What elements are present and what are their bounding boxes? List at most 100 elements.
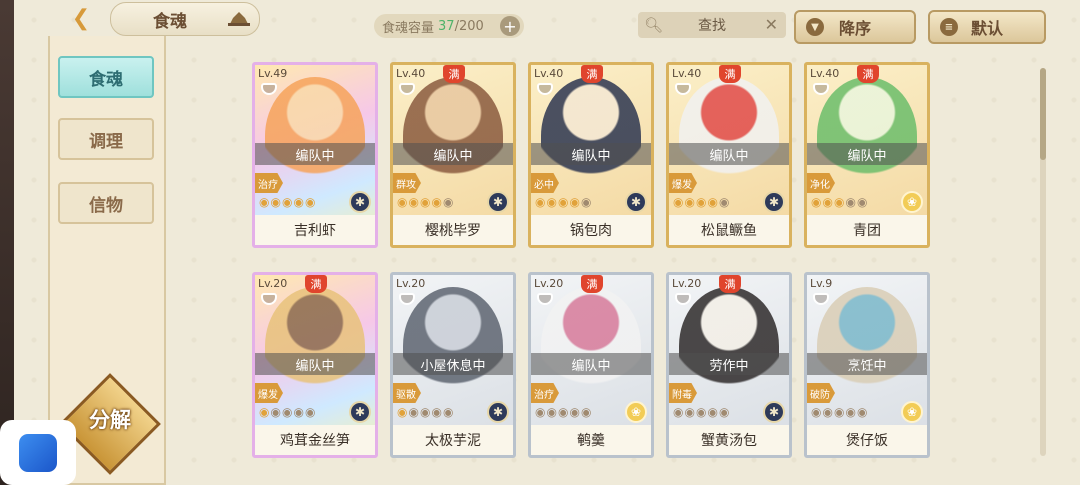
card-name: 锅包肉: [531, 215, 651, 245]
star-icon: ◉: [431, 195, 442, 209]
star-icon: ◉: [557, 405, 569, 419]
card-status: 编队中: [807, 143, 927, 165]
light-element-icon: ❀: [901, 191, 923, 213]
bowl-icon: [399, 83, 415, 95]
role-tag: 爆发: [255, 383, 283, 403]
dark-element-icon: ✱: [349, 191, 371, 213]
food-soul-card[interactable]: Lv.49 编队中 治疗 ◉ ◉ ◉ ◉ ◉ ✱ 吉利虾: [252, 62, 378, 248]
star-icon: ◉: [281, 195, 293, 209]
star-icon: ◉: [845, 195, 856, 209]
card-status: 小屋休息中: [393, 353, 513, 375]
star-icon: ◉: [856, 405, 868, 419]
role-tag: 附毒: [669, 383, 697, 403]
filter-icon: ≡: [940, 18, 958, 36]
search-input[interactable]: 🔍︎ 查找 ✕: [638, 12, 786, 38]
card-level: Lv.40: [396, 67, 426, 80]
clear-search-icon[interactable]: ✕: [765, 15, 778, 34]
star-icon: ◉: [580, 405, 592, 419]
card-level: Lv.20: [396, 277, 426, 290]
food-soul-card[interactable]: Lv.40 满编队中 必中 ◉ ◉ ◉ ◉ ◉ ✱ 锅包肉: [528, 62, 654, 248]
scrollbar-thumb[interactable]: [1040, 68, 1046, 160]
role-tag: 爆发: [669, 173, 697, 193]
app-overlay-badge[interactable]: [0, 420, 76, 485]
food-soul-card[interactable]: Lv.20 小屋休息中 驱散 ◉ ◉ ◉ ◉ ◉ ✱ 太极芋泥: [390, 272, 516, 458]
decompose-label: 分解: [89, 408, 131, 432]
awakening-stars: ◉ ◉ ◉ ◉ ◉: [259, 405, 315, 419]
star-icon: ◉: [442, 195, 454, 209]
role-tag: 驱散: [393, 383, 421, 403]
food-soul-card[interactable]: Lv.40 满编队中 净化 ◉ ◉ ◉ ◉ ◉ ❀ 青团: [804, 62, 930, 248]
star-icon: ◉: [293, 405, 304, 419]
food-soul-card[interactable]: Lv.20 满劳作中 附毒 ◉ ◉ ◉ ◉ ◉ ✱ 蟹黄汤包: [666, 272, 792, 458]
bowl-icon: [537, 293, 553, 305]
card-level: Lv.20: [534, 277, 564, 290]
capacity-label: 食魂容量: [382, 20, 435, 36]
max-level-badge: 满: [857, 65, 879, 83]
dark-element-icon: ✱: [349, 401, 371, 423]
star-icon: ◉: [684, 195, 695, 209]
bowl-icon: [261, 83, 277, 95]
bowl-icon: [399, 293, 415, 305]
card-level: Lv.40: [534, 67, 564, 80]
food-soul-card[interactable]: Lv.40 满编队中 爆发 ◉ ◉ ◉ ◉ ◉ ✱ 松鼠鳜鱼: [666, 62, 792, 248]
filter-default-button[interactable]: ≡ 默认: [928, 10, 1046, 44]
card-level: Lv.9: [810, 277, 833, 290]
back-button[interactable]: ❮: [58, 4, 104, 32]
star-icon: ◉: [304, 405, 316, 419]
screen: ❮ 食魂 食魂容量 37 /200 + 🔍︎ 查找 ✕ ▼ 降序 ≡ 默认 食魂…: [14, 0, 1080, 485]
role-tag: 治疗: [531, 383, 559, 403]
food-soul-card[interactable]: Lv.20 满编队中 爆发 ◉ ◉ ◉ ◉ ◉ ✱ 鸡茸金丝笋: [252, 272, 378, 458]
sort-down-icon: ▼: [806, 18, 824, 36]
character-portrait: [403, 287, 503, 405]
star-icon: ◉: [535, 195, 546, 209]
dark-element-icon: ✱: [625, 191, 647, 213]
character-portrait: [403, 77, 503, 195]
card-name: 青团: [807, 215, 927, 245]
card-name: 松鼠鳜鱼: [669, 215, 789, 245]
bowl-icon: [675, 83, 691, 95]
star-icon: ◉: [419, 195, 431, 209]
awakening-stars: ◉ ◉ ◉ ◉ ◉: [535, 195, 591, 209]
light-element-icon: ❀: [625, 401, 647, 423]
dark-element-icon: ✱: [763, 191, 785, 213]
food-soul-card[interactable]: Lv.40 满编队中 群攻 ◉ ◉ ◉ ◉ ◉ ✱ 樱桃毕罗: [390, 62, 516, 248]
sidebar-item-xinwu[interactable]: 信物: [58, 182, 154, 224]
role-tag: 治疗: [255, 173, 283, 193]
star-icon: ◉: [718, 405, 730, 419]
max-level-badge: 满: [581, 275, 603, 293]
star-icon: ◉: [673, 405, 684, 419]
max-level-badge: 满: [581, 65, 603, 83]
sidebar-item-shihun[interactable]: 食魂: [58, 56, 154, 98]
star-icon: ◉: [811, 195, 822, 209]
bowl-icon: [261, 293, 277, 305]
card-name: 太极芋泥: [393, 425, 513, 455]
food-soul-card[interactable]: Lv.20 满编队中 治疗 ◉ ◉ ◉ ◉ ◉ ❀ 鹌羹: [528, 272, 654, 458]
awakening-stars: ◉ ◉ ◉ ◉ ◉: [535, 405, 591, 419]
star-icon: ◉: [856, 195, 868, 209]
card-name: 鹌羹: [531, 425, 651, 455]
sort-order-button[interactable]: ▼ 降序: [794, 10, 916, 44]
star-icon: ◉: [270, 405, 281, 419]
star-icon: ◉: [259, 195, 270, 209]
character-portrait: [679, 77, 779, 195]
card-status: 编队中: [255, 353, 375, 375]
card-level: Lv.20: [672, 277, 702, 290]
star-icon: ◉: [397, 405, 408, 419]
light-element-icon: ❀: [901, 401, 923, 423]
star-icon: ◉: [695, 195, 707, 209]
character-portrait: [817, 287, 917, 405]
sidebar-item-tiaoli[interactable]: 调理: [58, 118, 154, 160]
star-icon: ◉: [684, 405, 695, 419]
food-soul-card[interactable]: Lv.9 烹饪中 破防 ◉ ◉ ◉ ◉ ◉ ❀ 煲仔饭: [804, 272, 930, 458]
hat-icon[interactable]: [228, 10, 250, 26]
add-capacity-button[interactable]: +: [500, 16, 520, 36]
role-tag: 破防: [807, 383, 835, 403]
dark-element-icon: ✱: [487, 191, 509, 213]
card-status: 劳作中: [669, 353, 789, 375]
card-status: 编队中: [531, 353, 651, 375]
card-status: 编队中: [531, 143, 651, 165]
card-level: Lv.40: [810, 67, 840, 80]
awakening-stars: ◉ ◉ ◉ ◉ ◉: [811, 195, 867, 209]
star-icon: ◉: [546, 195, 557, 209]
star-icon: ◉: [718, 195, 730, 209]
